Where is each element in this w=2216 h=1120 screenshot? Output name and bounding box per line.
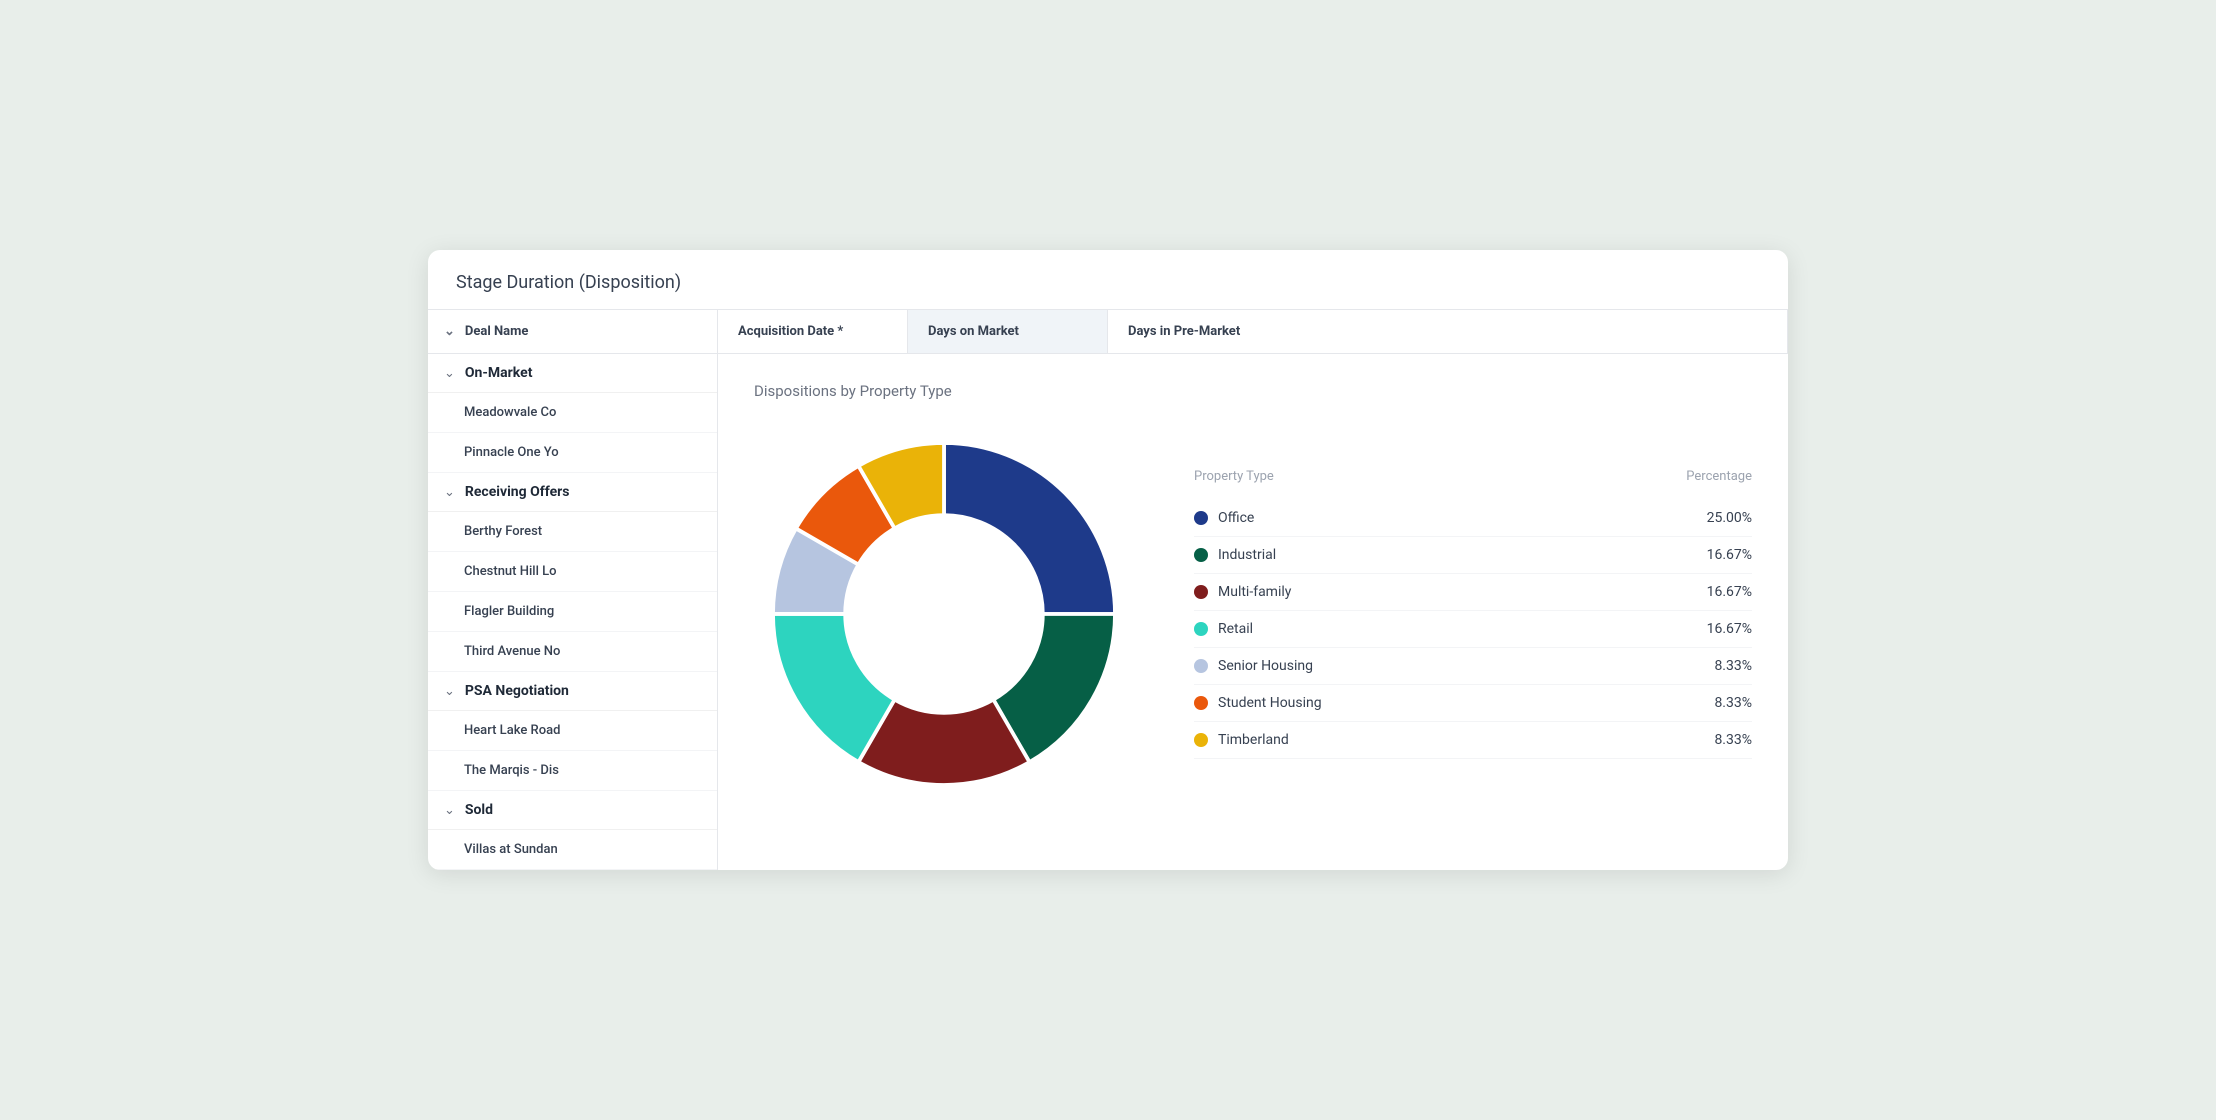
legend-dot — [1194, 585, 1208, 599]
donut-chart — [754, 424, 1134, 804]
legend-dot — [1194, 511, 1208, 525]
legend-item: Student Housing 8.33% — [1194, 685, 1752, 722]
legend-name: Student Housing — [1218, 695, 1322, 711]
deal-name: Meadowvale Co — [464, 405, 556, 420]
legend-type-header: Property Type — [1194, 469, 1274, 484]
deal-name: Third Avenue No — [464, 644, 560, 659]
group-label: On-Market — [465, 365, 533, 381]
deal-item[interactable]: Flagler Building — [428, 592, 717, 632]
legend-pct: 25.00% — [1707, 510, 1752, 526]
deal-item[interactable]: Heart Lake Road — [428, 711, 717, 751]
deal-item[interactable]: Pinnacle One Yo — [428, 433, 717, 473]
legend-left: Senior Housing — [1194, 658, 1313, 674]
legend-left: Office — [1194, 510, 1254, 526]
legend-dot — [1194, 622, 1208, 636]
deal-item[interactable]: Meadowvale Co — [428, 393, 717, 433]
group-toggle-icon[interactable]: ⌄ — [444, 366, 455, 381]
legend-pct: 16.67% — [1707, 547, 1752, 563]
group-label: Receiving Offers — [465, 484, 570, 500]
legend-item: Industrial 16.67% — [1194, 537, 1752, 574]
legend-dot — [1194, 659, 1208, 673]
deal-name: Heart Lake Road — [464, 723, 560, 738]
group-toggle-icon[interactable]: ⌄ — [444, 803, 455, 818]
legend-item: Senior Housing 8.33% — [1194, 648, 1752, 685]
legend-name: Industrial — [1218, 547, 1276, 563]
legend-dot — [1194, 548, 1208, 562]
donut-center — [849, 519, 1039, 709]
group-row-sold[interactable]: ⌄ Sold — [428, 791, 717, 830]
group-label: PSA Negotiation — [465, 683, 569, 699]
deal-item[interactable]: Chestnut Hill Lo — [428, 552, 717, 592]
col-days-market-header: Days on Market — [908, 310, 1108, 353]
legend-pct: 16.67% — [1707, 584, 1752, 600]
legend-name: Timberland — [1218, 732, 1289, 748]
group-row-receiving-offers[interactable]: ⌄ Receiving Offers — [428, 473, 717, 512]
legend-pct: 8.33% — [1714, 658, 1752, 674]
content-area: ⌄ On-Market Meadowvale Co Pinnacle One Yo ⌄… — [428, 354, 1788, 870]
legend-pct-header: Percentage — [1686, 469, 1752, 484]
legend-name: Senior Housing — [1218, 658, 1313, 674]
legend-item: Office 25.00% — [1194, 500, 1752, 537]
left-panel: ⌄ On-Market Meadowvale Co Pinnacle One Yo ⌄… — [428, 354, 718, 870]
card-title: Stage Duration (Disposition) — [456, 272, 681, 293]
deal-item[interactable]: Berthy Forest — [428, 512, 717, 552]
legend-left: Multi-family — [1194, 584, 1291, 600]
chart-title: Dispositions by Property Type — [754, 382, 1752, 400]
deal-name: Flagler Building — [464, 604, 554, 619]
legend-dot — [1194, 696, 1208, 710]
legend-name: Office — [1218, 510, 1254, 526]
legend-left: Industrial — [1194, 547, 1276, 563]
group-label: Sold — [465, 802, 493, 818]
legend-item: Retail 16.67% — [1194, 611, 1752, 648]
legend-item: Multi-family 16.67% — [1194, 574, 1752, 611]
col-days-premarket-header: Days in Pre-Market — [1108, 310, 1788, 353]
deal-name: Chestnut Hill Lo — [464, 564, 557, 579]
chart-area: Property Type Percentage Office 25.00% I… — [754, 424, 1752, 804]
right-panel: Dispositions by Property Type Property T… — [718, 354, 1788, 870]
legend-pct: 8.33% — [1714, 695, 1752, 711]
legend-name: Retail — [1218, 621, 1253, 637]
legend-header: Property Type Percentage — [1194, 469, 1752, 492]
legend-pct: 8.33% — [1714, 732, 1752, 748]
legend-left: Retail — [1194, 621, 1253, 637]
donut-svg — [754, 424, 1134, 804]
group-toggle-icon[interactable]: ⌄ — [444, 485, 455, 500]
col-deal-name-header: ⌄ Deal Name — [428, 310, 718, 353]
legend-left: Student Housing — [1194, 695, 1322, 711]
col-toggle-icon[interactable]: ⌄ — [444, 324, 455, 339]
group-row-on-market[interactable]: ⌄ On-Market — [428, 354, 717, 393]
legend-item: Timberland 8.33% — [1194, 722, 1752, 759]
main-card: Stage Duration (Disposition) ⌄ Deal Name… — [428, 250, 1788, 870]
col-acquisition-header: Acquisition Date * — [718, 310, 908, 353]
deal-item[interactable]: The Marqis - Dis — [428, 751, 717, 791]
legend-left: Timberland — [1194, 732, 1289, 748]
legend-rows: Office 25.00% Industrial 16.67% Multi-fa… — [1194, 500, 1752, 759]
deal-name: The Marqis - Dis — [464, 763, 559, 778]
deal-item[interactable]: Villas at Sundan — [428, 830, 717, 870]
deal-name: Pinnacle One Yo — [464, 445, 559, 460]
chart-legend: Property Type Percentage Office 25.00% I… — [1194, 469, 1752, 759]
card-header: Stage Duration (Disposition) — [428, 250, 1788, 310]
legend-pct: 16.67% — [1707, 621, 1752, 637]
deal-name: Berthy Forest — [464, 524, 542, 539]
legend-dot — [1194, 733, 1208, 747]
deal-name: Villas at Sundan — [464, 842, 558, 857]
group-toggle-icon[interactable]: ⌄ — [444, 684, 455, 699]
deal-item[interactable]: Third Avenue No — [428, 632, 717, 672]
legend-name: Multi-family — [1218, 584, 1291, 600]
group-row-psa-negotiation[interactable]: ⌄ PSA Negotiation — [428, 672, 717, 711]
table-header-row: ⌄ Deal Name Acquisition Date * Days on M… — [428, 310, 1788, 354]
